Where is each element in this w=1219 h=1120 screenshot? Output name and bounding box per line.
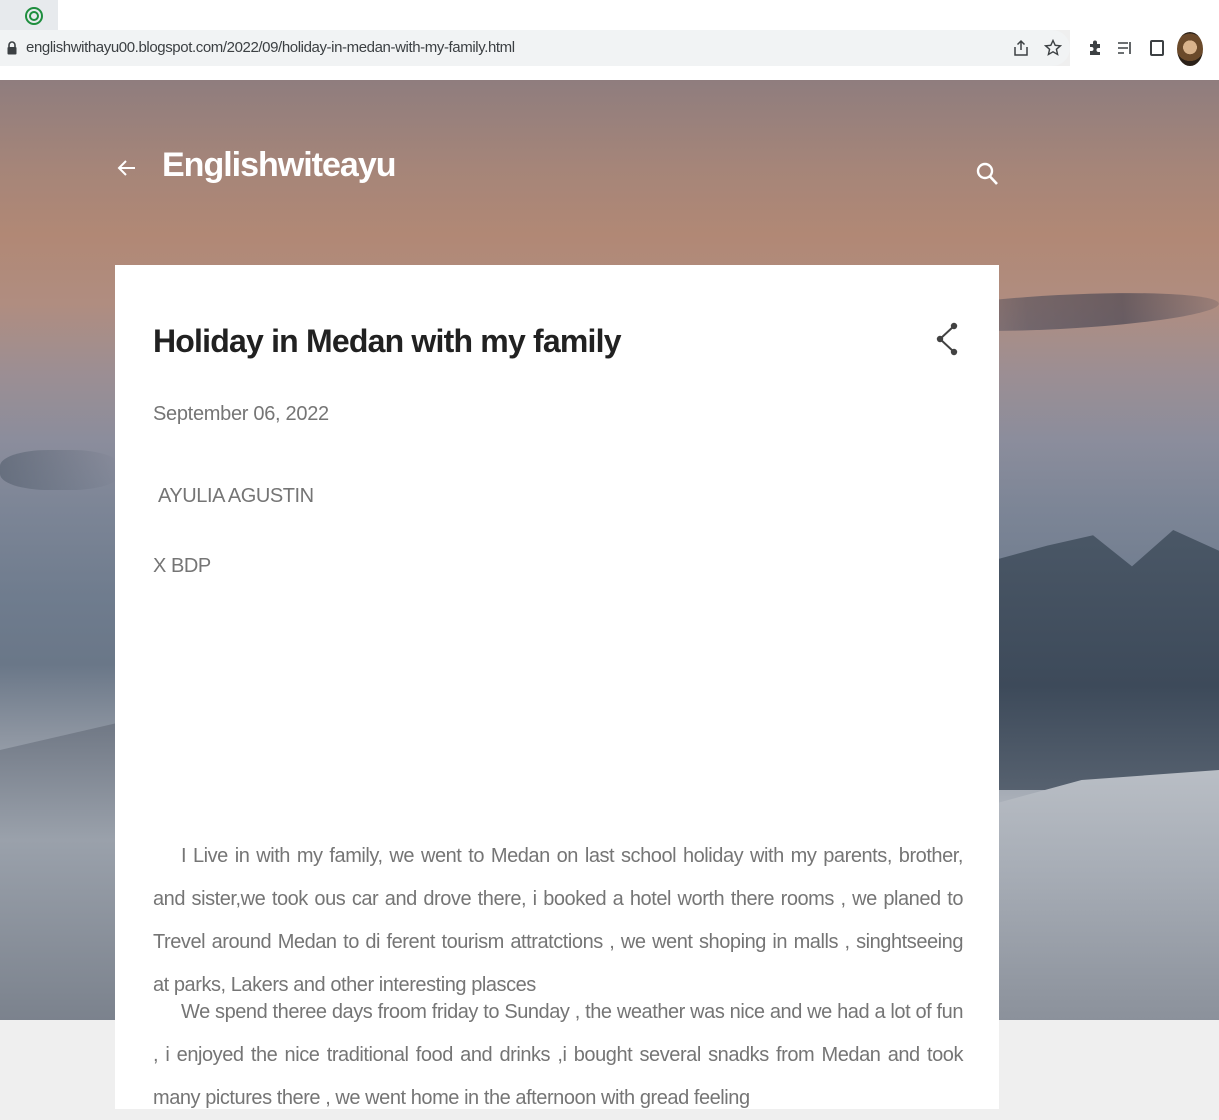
post-title: Holiday in Medan with my family [153, 323, 622, 359]
post-card: Holiday in Medan with my family Septembe… [115, 265, 999, 1109]
back-arrow-icon[interactable] [116, 154, 138, 182]
post-author: AYULIA AGUSTIN [158, 485, 314, 507]
bookmark-star-icon[interactable] [1044, 39, 1062, 57]
extensions-puzzle-icon[interactable] [1086, 39, 1104, 57]
dune-decoration [990, 770, 1219, 1020]
post-paragraph: I Live in with my family, we went to Med… [153, 845, 963, 996]
address-bar[interactable]: englishwithayu00.blogspot.com/2022/09/ho… [0, 30, 1070, 66]
post-class: X BDP [153, 555, 211, 577]
blog-title[interactable]: Englishwiteayu [162, 146, 396, 185]
share-icon[interactable] [935, 319, 959, 359]
browser-tab-strip [0, 0, 1219, 30]
tab-favicon-icon [25, 7, 43, 25]
side-panel-icon[interactable] [1148, 39, 1166, 57]
share-page-icon[interactable] [1012, 39, 1030, 57]
dune-decoration [0, 720, 130, 1020]
lock-icon[interactable] [7, 41, 17, 55]
active-tab[interactable] [0, 0, 58, 30]
profile-avatar[interactable] [1177, 32, 1203, 66]
post-paragraph: We spend theree days froom friday to Sun… [153, 1001, 963, 1109]
post-date[interactable]: September 06, 2022 [153, 403, 329, 426]
url-text[interactable]: englishwithayu00.blogspot.com/2022/09/ho… [26, 39, 515, 56]
mountain-decoration [990, 530, 1219, 790]
toolbar-divider [0, 66, 1219, 80]
search-icon[interactable] [974, 160, 1000, 188]
cloud-decoration [0, 450, 120, 490]
reading-list-icon[interactable] [1116, 39, 1134, 57]
